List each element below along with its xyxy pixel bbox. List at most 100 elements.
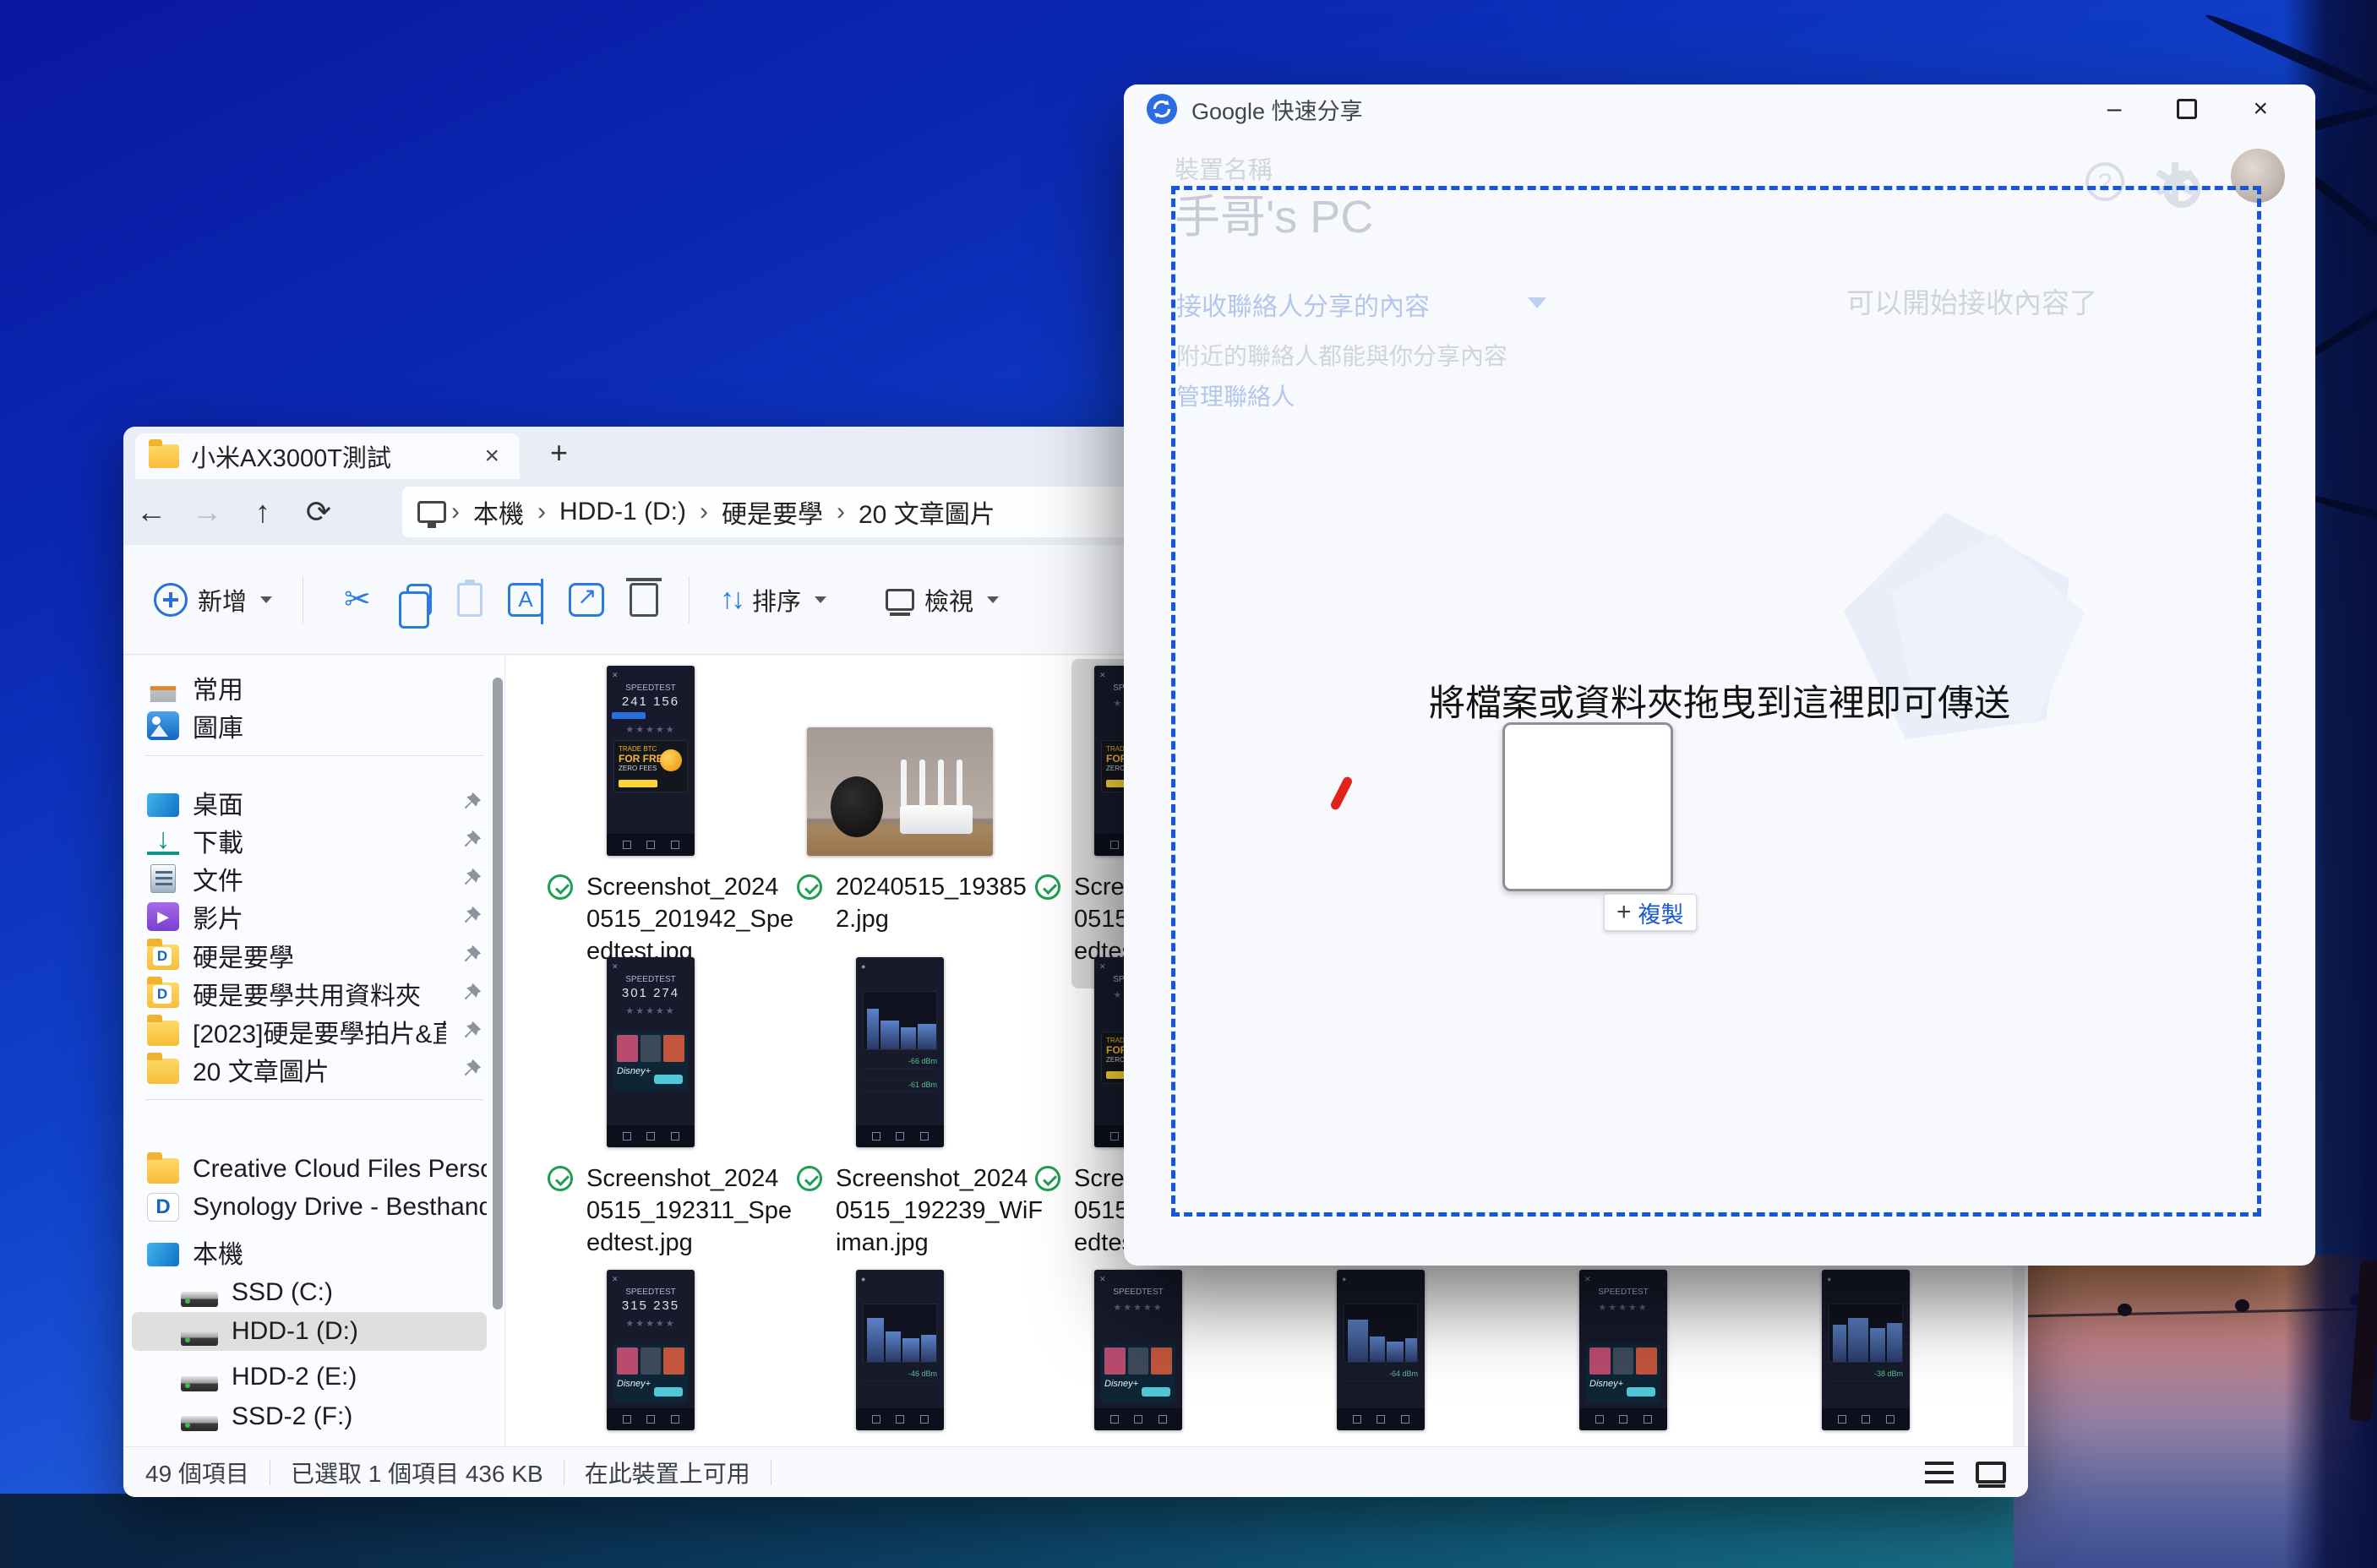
breadcrumb-item[interactable]: 硬是要學 — [713, 493, 831, 531]
tab-close-icon[interactable]: × — [477, 442, 506, 471]
binance-ad: TRADE BTC FOR FREE ZERO FEES — [613, 740, 688, 792]
sort-label: 排序 — [752, 582, 801, 618]
download-icon: ↓ — [147, 826, 179, 855]
file-name: Screenshot_2024 0515_192239_WiF iman.jpg — [797, 1162, 1043, 1259]
sync-status-icon — [548, 1166, 573, 1191]
minimize-button[interactable]: – — [2107, 95, 2122, 123]
home-icon — [147, 673, 179, 702]
up-button[interactable]: ↑ — [235, 494, 291, 530]
file-thumbnail — [807, 727, 993, 856]
breadcrumb-item[interactable]: 本機 — [465, 493, 532, 531]
refresh-button[interactable]: ⟳ — [291, 494, 346, 530]
file-item[interactable]: ● -46 dBm Screenshot_2024 — [790, 1270, 1010, 1446]
chevron-down-icon — [987, 596, 999, 603]
file-item[interactable]: ● -64 dBm Screenshot_2024 — [1271, 1270, 1491, 1446]
drop-zone-heading: 將檔案或資料夾拖曳到這裡即可傳送 — [1124, 674, 2315, 727]
breadcrumb-chevron: › — [537, 498, 546, 526]
sync-status-icon — [797, 1166, 822, 1191]
sort-button[interactable]: ↑↓ 排序 — [720, 582, 826, 618]
selection-info: 已選取 1 個項目 436 KB — [291, 1456, 543, 1489]
rename-button[interactable]: A — [508, 583, 543, 617]
pin-icon — [460, 945, 482, 966]
explorer-tab[interactable]: 小米AX3000T測試 × — [135, 433, 520, 479]
sidebar-scrollbar[interactable] — [493, 678, 503, 1309]
speaker-in-photo — [831, 776, 883, 837]
sidebar-item-drive-h[interactable]: RED SSD (H:) — [132, 1438, 487, 1446]
new-tab-button[interactable]: + — [550, 435, 568, 471]
details-view-button[interactable] — [1925, 1462, 1954, 1484]
pin-icon — [460, 792, 482, 814]
breadcrumb-item[interactable]: HDD-1 (D:) — [551, 498, 695, 526]
share-button[interactable]: ↗ — [569, 583, 604, 617]
file-item[interactable]: ● -38 dBm Screenshot_2024 — [1756, 1270, 1976, 1446]
desktop-icon — [147, 793, 179, 817]
paste-button[interactable] — [457, 583, 482, 617]
maximize-button[interactable] — [2177, 99, 2197, 119]
sidebar-item-folder[interactable]: 硬是要學 — [132, 936, 487, 975]
router-in-photo — [900, 805, 973, 834]
sidebar-item-documents[interactable]: 文件 — [132, 859, 487, 898]
view-button[interactable]: 檢視 — [886, 582, 999, 618]
large-icons-view-button[interactable] — [1976, 1462, 2006, 1484]
system-drive-icon — [181, 1292, 218, 1307]
tab-title: 小米AX3000T測試 — [191, 438, 466, 474]
sidebar-item-videos[interactable]: ▶ 影片 — [132, 897, 487, 936]
forward-button[interactable]: → — [179, 494, 235, 530]
file-item[interactable]: ✕ SPEEDTEST ★★★★★ Disney+ Screenshot_202… — [1513, 1270, 1733, 1446]
new-button[interactable]: 新增 — [154, 582, 272, 618]
availability-status: 在此裝置上可用 — [585, 1456, 750, 1489]
file-thumbnail: ● -46 dBm — [856, 1270, 944, 1430]
sidebar-item-drive-f[interactable]: SSD-2 (F:) — [132, 1397, 487, 1436]
delete-button[interactable] — [630, 583, 658, 617]
sidebar-item-this-pc[interactable]: 本機 — [132, 1233, 487, 1271]
sidebar-item-drive-e[interactable]: HDD-2 (E:) — [132, 1358, 487, 1396]
sidebar-item-folder[interactable]: 硬是要學共用資料夾 — [132, 974, 487, 1013]
breadcrumb-item[interactable]: 20 文章圖片 — [850, 493, 1004, 531]
chevron-down-icon — [815, 596, 826, 603]
sidebar-item-folder[interactable]: 20 文章圖片 — [132, 1050, 487, 1089]
file-name: 20240515_19385 2.jpg — [797, 871, 1027, 935]
copy-label: 複製 — [1638, 896, 1684, 929]
sort-arrows-icon: ↑↓ — [720, 583, 742, 616]
sidebar-item-folder[interactable]: [2023]硬是要學拍片&直播 — [132, 1012, 487, 1051]
file-item[interactable]: 20240515_19385 2.jpg — [790, 666, 1010, 935]
file-thumbnail: ✕ SPEEDTEST ★★★★★ Disney+ — [1579, 1270, 1667, 1430]
view-icon — [886, 589, 914, 611]
sidebar-item-downloads[interactable]: ↓ 下載 — [132, 821, 487, 860]
file-item[interactable]: ✕ SPEEDTEST ★★★★★ Disney+ Screenshot_202… — [1028, 1270, 1248, 1446]
quick-share-titlebar: Google 快速分享 – × — [1124, 84, 2315, 133]
sidebar-item-home[interactable]: 常用 — [132, 668, 487, 707]
drive-icon — [181, 1376, 218, 1391]
pin-icon — [460, 906, 482, 928]
drive-icon — [181, 1416, 218, 1431]
pin-icon — [460, 868, 482, 890]
sidebar-item-creative-cloud[interactable]: Creative Cloud Files Personal A — [132, 1150, 487, 1189]
disney-ad: Disney+ — [613, 1032, 688, 1091]
file-item[interactable]: ✕ SPEEDTEST 315 235 ★★★★★ Disney+ Screen… — [541, 1270, 761, 1446]
sync-status-icon — [548, 874, 573, 900]
cut-button[interactable]: ✂ — [334, 580, 381, 618]
sync-status-icon — [1035, 1166, 1060, 1191]
synced-folder-icon — [147, 983, 179, 1008]
sidebar-item-desktop[interactable]: 桌面 — [132, 783, 487, 822]
close-button[interactable]: × — [2253, 95, 2268, 123]
copy-button[interactable] — [406, 584, 432, 616]
file-item[interactable]: ✕ SPEEDTEST 301 274 ★★★★★ Disney+ — [541, 957, 761, 1259]
gallery-icon — [147, 711, 179, 740]
quick-share-window: Google 快速分享 – × 裝置名稱 手哥's PC 接收聯絡人分享的內容 … — [1124, 84, 2315, 1266]
sidebar-divider — [145, 755, 483, 756]
chevron-down-icon — [260, 596, 272, 603]
wallpaper-buoy — [2235, 1299, 2249, 1312]
sidebar-item-drive-d[interactable]: HDD-1 (D:) — [132, 1312, 487, 1351]
file-item[interactable]: ✕ SPEEDTEST 241 156 ★★★★★ TRADE BTC FOR … — [541, 666, 761, 967]
toolbar-divider — [689, 576, 690, 623]
drag-ghost-rectangle — [1502, 722, 1673, 891]
new-label: 新增 — [198, 582, 247, 618]
file-item[interactable]: ● -66 dBm-61 dBm Screenshot_2024 0515_19… — [790, 957, 1010, 1259]
sidebar-item-synology-drive[interactable]: D Synology Drive - Besthand-NA — [132, 1188, 487, 1227]
folder-icon — [147, 1059, 179, 1084]
sidebar-item-gallery[interactable]: 圖庫 — [132, 706, 487, 745]
sidebar-item-drive-c[interactable]: SSD (C:) — [132, 1273, 487, 1312]
back-button[interactable]: ← — [123, 494, 179, 530]
status-bar: 49 個項目 已選取 1 個項目 436 KB 在此裝置上可用 — [123, 1446, 2028, 1497]
